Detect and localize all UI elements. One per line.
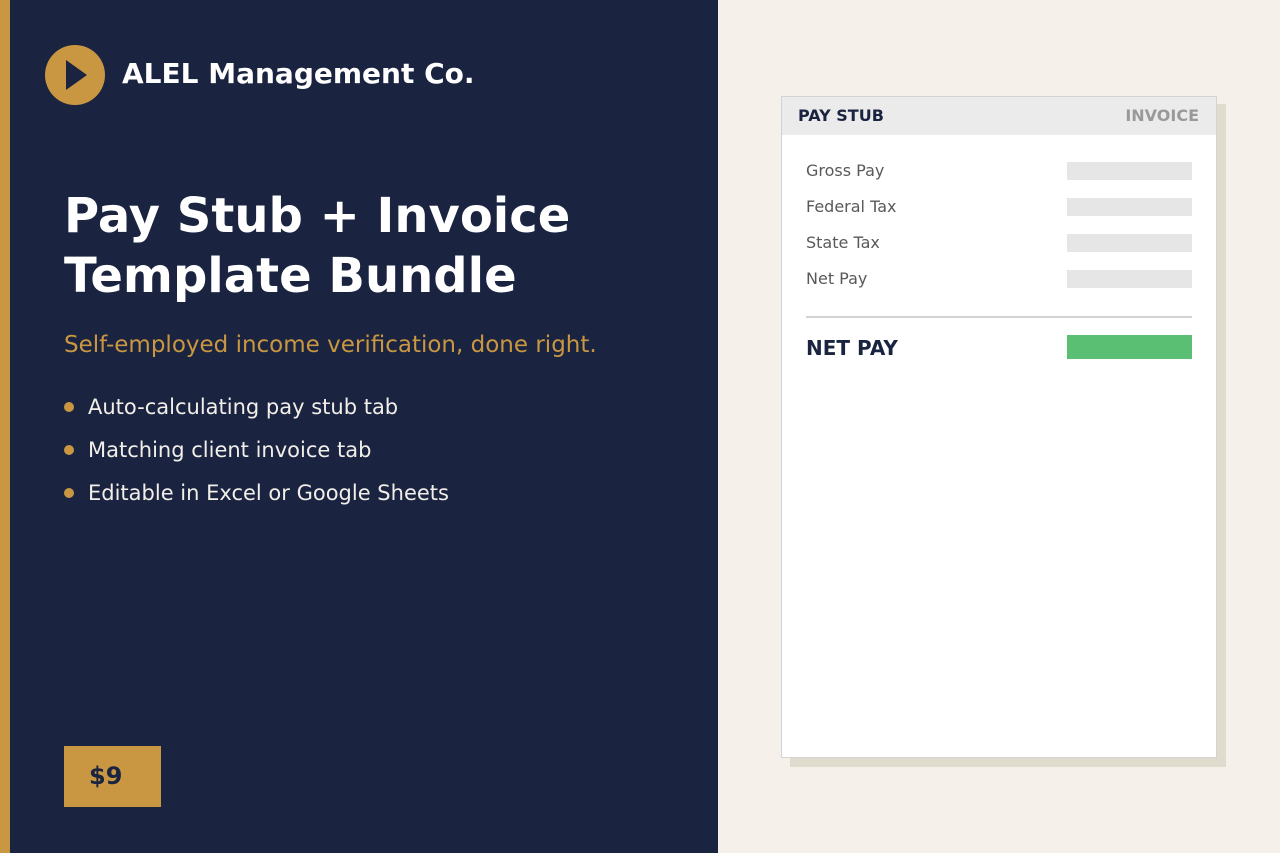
divider	[806, 316, 1192, 318]
net-pay-total-label: NET PAY	[806, 336, 898, 360]
pay-stub-preview-card: PAY STUB INVOICE Gross Pay Federal Tax S…	[781, 96, 1217, 758]
brand-name: ALEL Management Co.	[122, 57, 475, 90]
price-badge: $9	[64, 746, 161, 807]
feature-text: Editable in Excel or Google Sheets	[88, 481, 449, 505]
gross-pay-field	[1067, 162, 1192, 180]
feature-item: Matching client invoice tab	[64, 434, 449, 477]
play-icon	[45, 45, 105, 105]
subtitle: Self-employed income verification, done …	[64, 332, 597, 358]
net-pay-total-field	[1067, 335, 1192, 359]
row-label-net-pay: Net Pay	[806, 269, 868, 288]
bullet-icon	[64, 488, 74, 498]
federal-tax-field	[1067, 198, 1192, 216]
feature-text: Matching client invoice tab	[88, 438, 372, 462]
state-tax-field	[1067, 234, 1192, 252]
row-label-federal-tax: Federal Tax	[806, 197, 897, 216]
accent-bar	[0, 0, 10, 853]
tab-pay-stub[interactable]: PAY STUB	[798, 106, 884, 126]
tab-invoice[interactable]: INVOICE	[1125, 106, 1199, 126]
page-title: Pay Stub + Invoice Template Bundle	[64, 188, 571, 304]
feature-item: Auto-calculating pay stub tab	[64, 391, 449, 434]
bullet-icon	[64, 402, 74, 412]
feature-list: Auto-calculating pay stub tab Matching c…	[64, 391, 449, 520]
bullet-icon	[64, 445, 74, 455]
feature-item: Editable in Excel or Google Sheets	[64, 477, 449, 520]
row-label-gross-pay: Gross Pay	[806, 161, 885, 180]
row-label-state-tax: State Tax	[806, 233, 880, 252]
net-pay-field	[1067, 270, 1192, 288]
feature-text: Auto-calculating pay stub tab	[88, 395, 399, 419]
card-tab-bar: PAY STUB INVOICE	[782, 97, 1216, 135]
